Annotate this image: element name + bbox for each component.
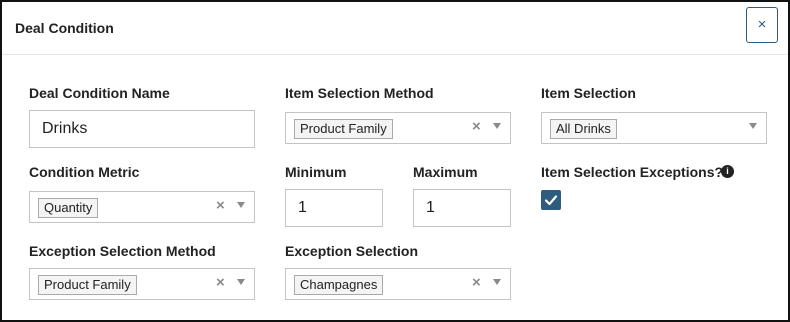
chevron-down-icon[interactable]: [493, 123, 501, 129]
info-icon[interactable]: i: [721, 165, 734, 178]
item-selection-exceptions-checkbox[interactable]: [541, 190, 561, 210]
deal-condition-dialog: Deal Condition × Deal Condition Name Dri…: [0, 0, 790, 322]
minimum-input[interactable]: 1: [285, 189, 383, 227]
clear-icon[interactable]: ×: [216, 197, 225, 214]
condition-metric-select[interactable]: Quantity ×: [29, 191, 255, 223]
clear-icon[interactable]: ×: [472, 118, 481, 135]
exception-selection-tag: Champagnes: [294, 275, 384, 295]
item-selection-method-select[interactable]: Product Family ×: [285, 112, 511, 144]
condition-metric-label: Condition Metric: [29, 164, 140, 180]
item-selection-select[interactable]: All Drinks: [541, 112, 767, 144]
chevron-down-icon[interactable]: [493, 279, 501, 285]
chevron-down-icon[interactable]: [237, 279, 245, 285]
clear-icon[interactable]: ×: [472, 274, 481, 291]
item-selection-method-label: Item Selection Method: [285, 85, 434, 101]
item-selection-tag: All Drinks: [550, 119, 617, 139]
clear-icon[interactable]: ×: [216, 274, 225, 291]
close-button[interactable]: ×: [746, 7, 778, 43]
chevron-down-icon[interactable]: [749, 123, 757, 129]
dialog-header: Deal Condition ×: [2, 2, 788, 55]
item-selection-label: Item Selection: [541, 85, 636, 101]
item-selection-exceptions-label: Item Selection Exceptions?: [541, 164, 724, 180]
item-selection-method-tag: Product Family: [294, 119, 393, 139]
exception-selection-method-label: Exception Selection Method: [29, 243, 216, 259]
minimum-label: Minimum: [285, 164, 347, 180]
exception-selection-method-select[interactable]: Product Family ×: [29, 268, 255, 300]
dialog-title: Deal Condition: [15, 20, 114, 36]
deal-condition-name-input[interactable]: Drinks: [29, 110, 255, 148]
deal-condition-name-label: Deal Condition Name: [29, 85, 170, 101]
check-icon: [544, 195, 558, 206]
maximum-input[interactable]: 1: [413, 189, 511, 227]
maximum-label: Maximum: [413, 164, 478, 180]
condition-metric-tag: Quantity: [38, 198, 99, 218]
exception-selection-select[interactable]: Champagnes ×: [285, 268, 511, 300]
chevron-down-icon[interactable]: [237, 202, 245, 208]
exception-selection-method-tag: Product Family: [38, 275, 137, 295]
exception-selection-label: Exception Selection: [285, 243, 419, 259]
